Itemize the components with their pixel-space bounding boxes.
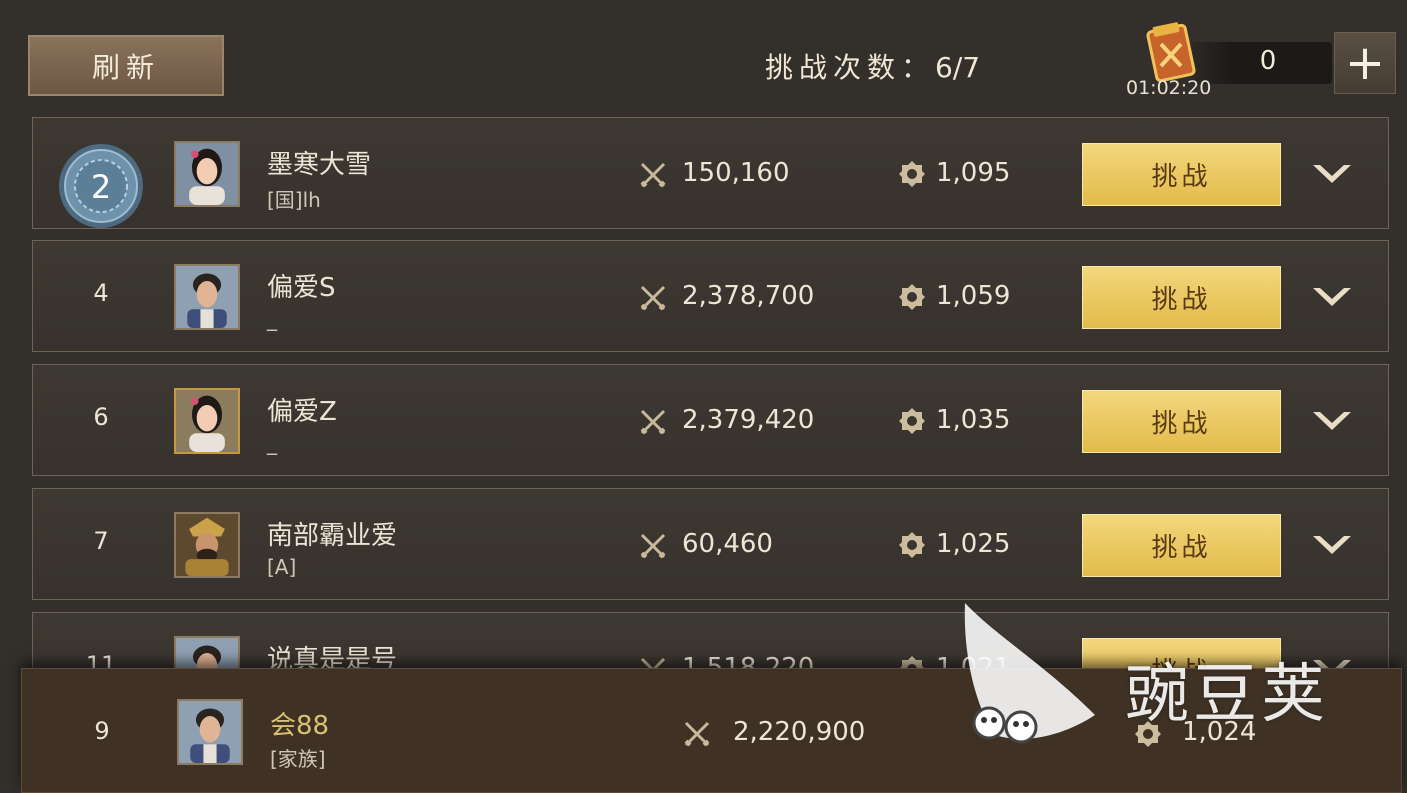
ranking-row: 4 偏爱S _ 2,378,700 1,059 挑战 bbox=[32, 240, 1389, 352]
my-power-value: 2,220,900 bbox=[733, 717, 866, 747]
avatar[interactable] bbox=[174, 141, 240, 207]
ticket-count: 0 bbox=[1259, 46, 1277, 76]
power-value: 2,378,700 bbox=[682, 281, 815, 311]
score-value: 1,059 bbox=[936, 281, 1011, 311]
male-avatar-icon bbox=[179, 701, 241, 763]
pea-pod-logo-icon bbox=[964, 603, 1095, 744]
player-guild: _ bbox=[267, 431, 277, 455]
challenge-button[interactable]: 挑战 bbox=[1082, 514, 1281, 577]
chevron-down-icon[interactable] bbox=[1310, 532, 1354, 558]
rank-score-icon bbox=[899, 161, 925, 187]
avatar[interactable] bbox=[174, 264, 240, 330]
my-rank-number: 9 bbox=[94, 717, 110, 745]
my-player-guild: [家族] bbox=[270, 747, 326, 771]
rank-number: 7 bbox=[93, 527, 109, 555]
crossed-swords-icon bbox=[640, 409, 666, 435]
score-value: 1,025 bbox=[936, 529, 1011, 559]
chevron-down-icon[interactable] bbox=[1310, 284, 1354, 310]
rank-number: 2 bbox=[91, 168, 111, 206]
challenge-button[interactable]: 挑战 bbox=[1082, 143, 1281, 206]
add-ticket-button[interactable]: + bbox=[1334, 32, 1396, 94]
player-guild: [A] bbox=[267, 555, 297, 579]
player-name: 墨寒大雪 bbox=[267, 150, 372, 180]
male-avatar-icon bbox=[176, 266, 238, 328]
power-value: 60,460 bbox=[682, 529, 773, 559]
female-avatar-icon bbox=[176, 143, 238, 205]
player-name: 偏爱Z bbox=[267, 397, 337, 427]
attempts-label: 挑战次数： bbox=[765, 51, 936, 84]
avatar[interactable] bbox=[174, 388, 240, 454]
top-bar: 刷新 挑战次数：6/7 0 01:02:20 + bbox=[0, 0, 1407, 112]
refresh-button[interactable]: 刷新 bbox=[28, 35, 224, 96]
chevron-down-icon[interactable] bbox=[1310, 408, 1354, 434]
rank-number: 6 bbox=[93, 403, 109, 431]
rank-score-icon bbox=[899, 532, 925, 558]
rank-score-icon bbox=[899, 284, 925, 310]
crossed-swords-icon bbox=[640, 285, 666, 311]
avatar[interactable] bbox=[174, 512, 240, 578]
player-name: 南部霸业爱 bbox=[267, 521, 398, 551]
challenge-attempts: 挑战次数：6/7 bbox=[765, 46, 980, 86]
ranking-row: 6 偏爱Z _ 2,379,420 1,035 挑战 bbox=[32, 364, 1389, 476]
crossed-swords-icon bbox=[684, 721, 710, 747]
challenge-ticket-icon bbox=[1146, 22, 1196, 82]
player-name: 偏爱S bbox=[267, 273, 336, 303]
power-value: 2,379,420 bbox=[682, 405, 815, 435]
watermark-text: 豌豆荚 bbox=[1125, 658, 1329, 732]
my-avatar[interactable] bbox=[177, 699, 243, 765]
rank-number: 4 bbox=[93, 279, 109, 307]
player-guild: [国]lh bbox=[267, 188, 321, 212]
challenge-button[interactable]: 挑战 bbox=[1082, 390, 1281, 453]
rank-score-icon bbox=[899, 408, 925, 434]
crossed-swords-icon bbox=[640, 533, 666, 559]
watermark: 豌豆荚 bbox=[955, 595, 1375, 755]
challenge-button[interactable]: 挑战 bbox=[1082, 266, 1281, 329]
my-player-name: 会88 bbox=[270, 711, 330, 741]
power-value: 150,160 bbox=[682, 158, 790, 188]
attempts-value: 6/7 bbox=[935, 51, 981, 84]
player-guild: _ bbox=[267, 307, 277, 331]
female-avatar-icon bbox=[176, 390, 238, 452]
crossed-swords-icon bbox=[640, 162, 666, 188]
ranking-row: 7 南部霸业爱 [A] 60,460 1,025 挑战 bbox=[32, 488, 1389, 600]
score-value: 1,095 bbox=[936, 158, 1011, 188]
ranking-row: 2 墨寒大雪 [国]lh 150,160 1,095 挑战 bbox=[32, 117, 1389, 229]
warrior-avatar-icon bbox=[176, 514, 238, 576]
ticket-timer: 01:02:20 bbox=[1126, 77, 1212, 99]
score-value: 1,035 bbox=[936, 405, 1011, 435]
chevron-down-icon[interactable] bbox=[1310, 161, 1354, 187]
rank-badge-icon: 2 bbox=[59, 144, 143, 228]
